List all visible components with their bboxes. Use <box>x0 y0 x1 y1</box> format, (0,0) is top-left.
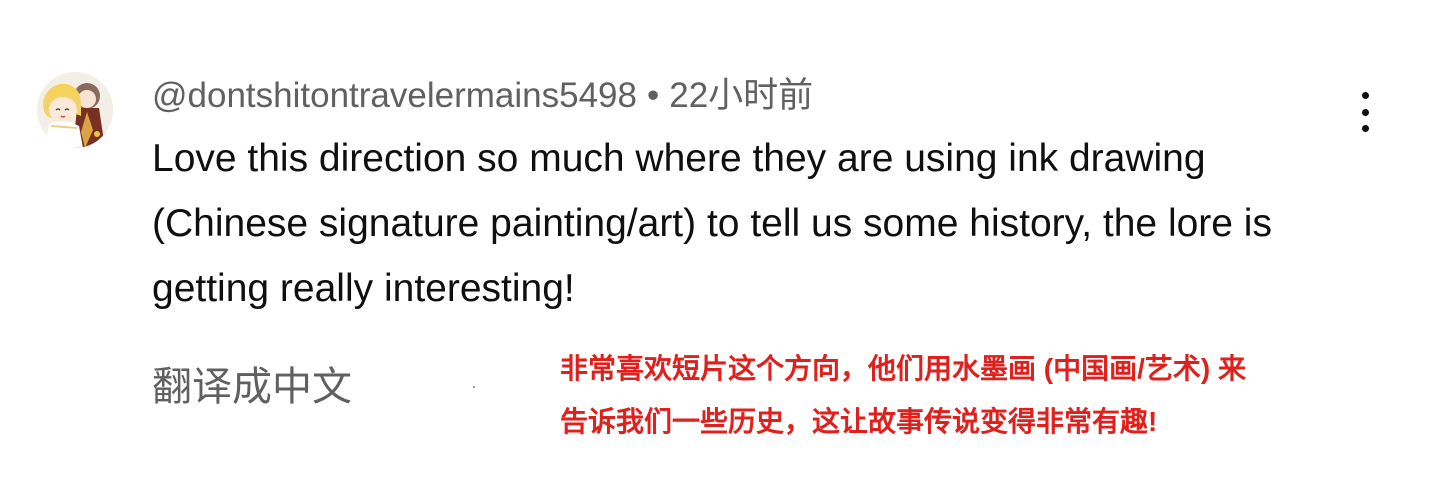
more-vert-icon-dot-middle <box>1361 108 1369 116</box>
comment-item: @dontshitontravelermains5498 • 22小时前 Love … <box>0 0 1440 477</box>
translation-line-2: 告诉我们一些历史，这让故事传说变得非常有趣! <box>560 406 1158 437</box>
avatar[interactable] <box>37 72 113 148</box>
comment-timestamp[interactable]: 22小时前 <box>669 76 813 115</box>
comment-text: Love this direction so much where they a… <box>152 137 1272 310</box>
translation-line-1: 非常喜欢短片这个方向，他们用水墨画 (中国画/艺术) 来 <box>560 353 1246 384</box>
anime-avatar-icon <box>37 72 113 148</box>
author-name[interactable]: @dontshitontravelermains5498 <box>152 76 637 115</box>
translate-button[interactable]: 翻译成中文 <box>152 362 352 412</box>
translation-overlay: 非常喜欢短片这个方向，他们用水墨画 (中国画/艺术) 来 告诉我们一些历史，这让… <box>560 342 1380 448</box>
more-vert-icon-dot-bottom <box>1361 125 1369 132</box>
comment-meta: @dontshitontravelermains5498 • 22小时前 <box>152 74 813 118</box>
separator-dot: • <box>646 76 660 115</box>
more-vert-icon-dot-top <box>1361 92 1369 99</box>
divider-speck <box>473 386 475 388</box>
